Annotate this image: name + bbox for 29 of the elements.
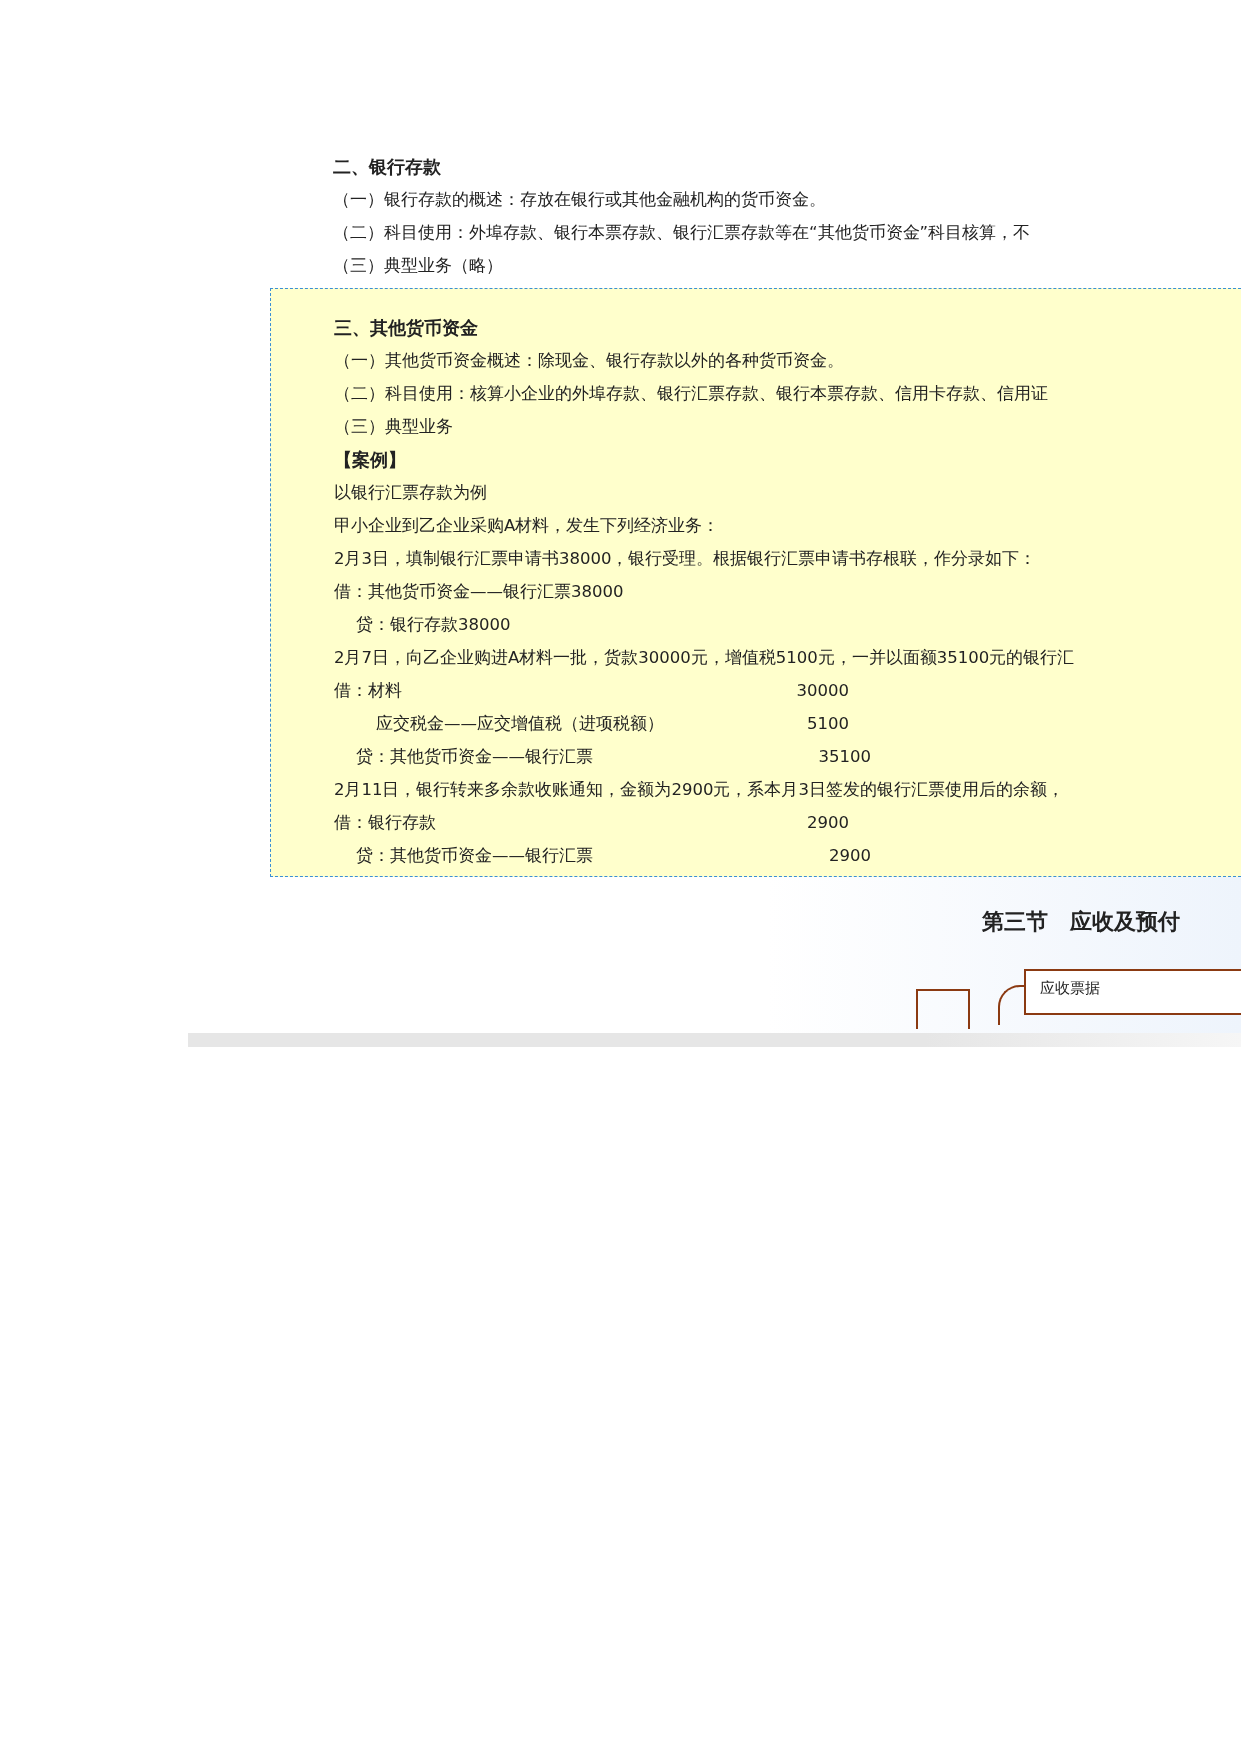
- paragraph-line: 甲小企业到乙企业采购A材料，发生下列经济业务：: [334, 515, 721, 537]
- paragraph-line: 2月11日，银行转来多余款收账通知，金额为2900元，系本月3日签发的银行汇票使用后的余额，: [334, 779, 1065, 801]
- section-heading: 三、其他货币资金: [334, 316, 479, 340]
- section-heading: 二、银行存款: [333, 155, 442, 179]
- paragraph-line: （二）科目使用：核算小企业的外埠存款、银行汇票存款、银行本票存款、信用卡存款、信用证: [334, 383, 1049, 405]
- amount: 30000: [795, 680, 849, 702]
- paragraph-line: （三）典型业务（略）: [333, 255, 504, 277]
- paragraph-line: （三）典型业务: [334, 416, 454, 438]
- diagram-box: 应收票据: [1024, 969, 1241, 1015]
- amount: 35100: [817, 746, 871, 768]
- slide-title: 第三节 应收及预付: [982, 909, 1180, 934]
- credit-entry: 贷：银行存款38000: [355, 614, 512, 636]
- debit-entry: 借：其他货币资金——银行汇票38000: [334, 581, 625, 603]
- paragraph-line: 以银行汇票存款为例: [334, 482, 488, 504]
- case-label: 【案例】: [334, 448, 407, 472]
- amount: 2900: [806, 812, 849, 834]
- paragraph-line: 2月7日，向乙企业购进A材料一批，货款30000元，增值税5100元，一并以面额35100元的银行汇: [334, 647, 1076, 669]
- paragraph-line: 2月3日，填制银行汇票申请书38000，银行受理。根据银行汇票申请书存根联，作分录如下：: [334, 548, 1038, 570]
- paragraph-line: （一）其他货币资金概述：除现金、银行存款以外的各种货币资金。: [334, 350, 845, 372]
- paragraph-line: （一）银行存款的概述：存放在银行或其他金融机构的货币资金。: [333, 189, 827, 211]
- paragraph-line: （二）科目使用：外埠存款、银行本票存款、银行汇票存款等在“其他货币资金”科目核算，不: [333, 222, 1032, 244]
- debit-entry: 借：银行存款: [334, 812, 436, 834]
- credit-entry: 贷：其他货币资金——银行汇票: [356, 845, 593, 867]
- credit-entry: 贷：其他货币资金——银行汇票: [356, 746, 593, 768]
- sub-account-entry: 应交税金——应交增值税（进项税额）: [375, 713, 664, 735]
- amount: 5100: [806, 713, 849, 735]
- amount: 2900: [828, 845, 871, 867]
- diagram-box: [916, 989, 970, 1029]
- debit-entry: 借：材料: [334, 680, 402, 702]
